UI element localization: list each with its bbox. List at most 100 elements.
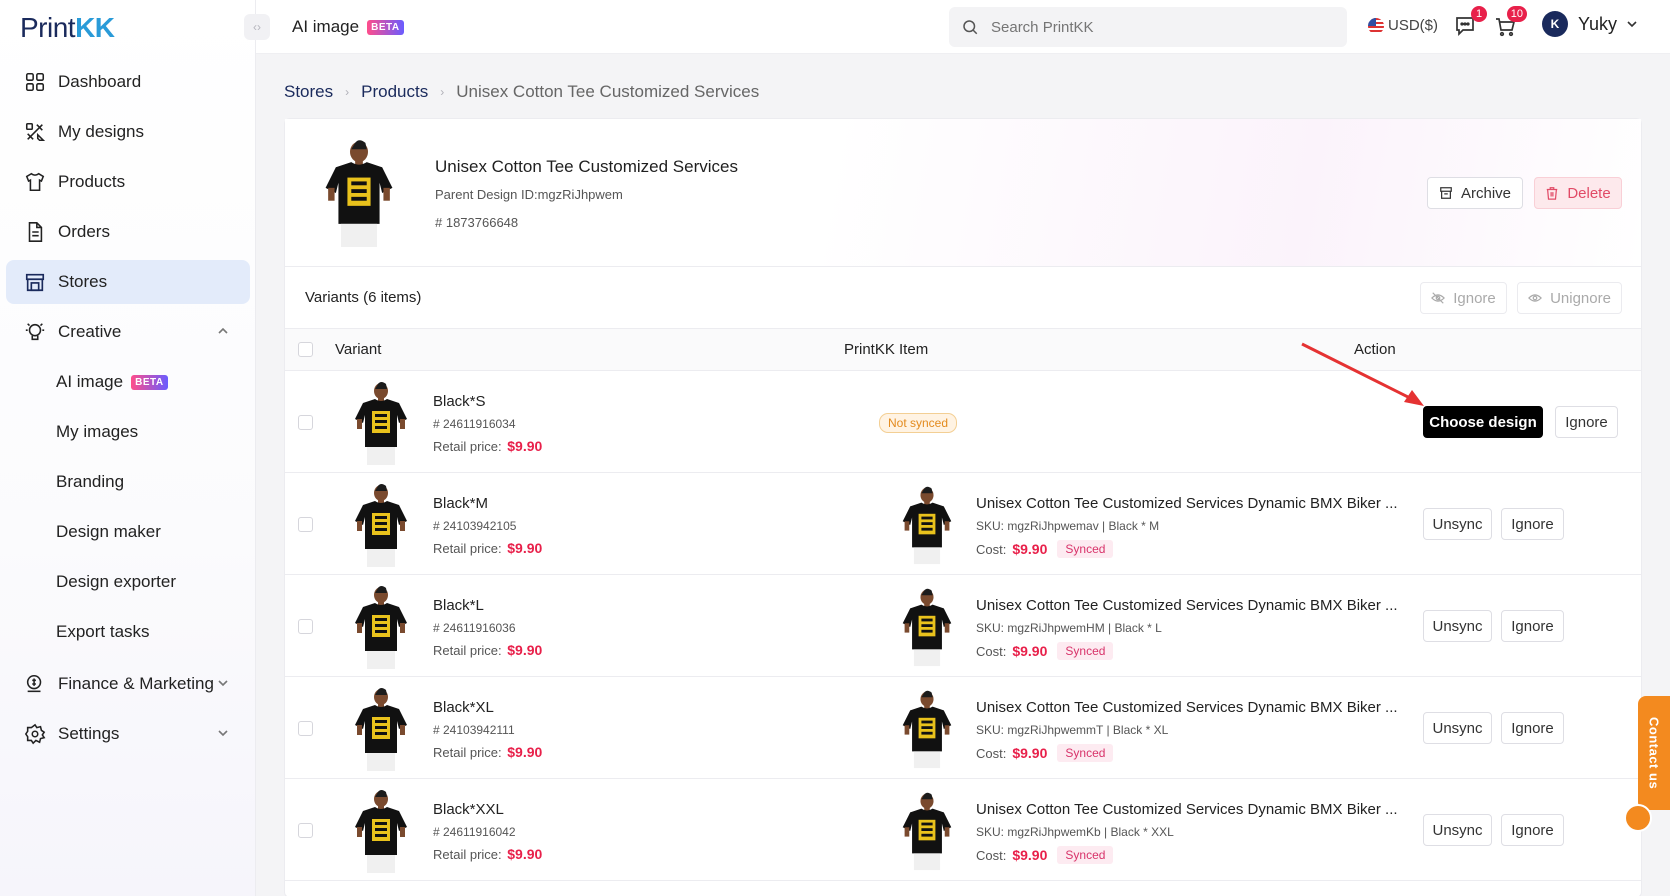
variant-image xyxy=(351,381,411,465)
printkk-item-title[interactable]: Unisex Cotton Tee Customized Services Dy… xyxy=(976,495,1398,512)
choose-design-button[interactable]: Choose design xyxy=(1423,406,1543,438)
sidebar-item-branding[interactable]: Branding xyxy=(6,460,250,504)
sidebar-item-design-exporter[interactable]: Design exporter xyxy=(6,560,250,604)
sidebar-item-settings[interactable]: Settings xyxy=(6,712,250,756)
sidebar-item-label: Branding xyxy=(56,472,125,491)
status-badge: Synced xyxy=(1057,642,1114,660)
variant-name: Black*XXL xyxy=(433,801,504,818)
trash-icon xyxy=(1547,187,1558,200)
variant-name: Black*XL xyxy=(433,699,494,716)
delete-button[interactable]: Delete xyxy=(1534,177,1622,209)
sidebar-item-creative[interactable]: Creative xyxy=(6,310,250,354)
sidebar-item-export-tasks[interactable]: Export tasks xyxy=(6,610,250,654)
sidebar-item-my-images[interactable]: My images xyxy=(6,410,250,454)
sidebar-item-label: Design maker xyxy=(56,522,161,541)
sidebar-item-label: Creative xyxy=(58,322,122,341)
bulk-unignore-button[interactable]: Unignore xyxy=(1517,282,1622,314)
gear-icon xyxy=(24,723,46,745)
row-checkbox[interactable] xyxy=(298,721,313,736)
chat-bubble-icon[interactable] xyxy=(1624,804,1652,832)
cost-value: $9.90 xyxy=(1012,541,1048,557)
printkk-logo[interactable]: PrintKK xyxy=(20,12,115,44)
cart-button[interactable]: 10 xyxy=(1493,6,1527,40)
variant-id: # 24611916036 xyxy=(433,621,516,635)
sidebar-item-ai-image[interactable]: AI image BETA xyxy=(6,360,250,404)
row-checkbox[interactable] xyxy=(298,517,313,532)
collapse-sidebar-icon[interactable]: ‹› xyxy=(244,14,270,40)
logo-text-main: Print xyxy=(20,12,76,43)
sidebar-item-dashboard[interactable]: Dashboard xyxy=(6,60,250,104)
chevron-right-icon: › xyxy=(345,85,350,99)
printkk-item-image xyxy=(899,687,955,771)
breadcrumb-current: Unisex Cotton Tee Customized Services xyxy=(456,82,760,101)
search-input[interactable] xyxy=(991,18,1321,36)
variant-image xyxy=(351,789,411,873)
sidebar-item-label: Stores xyxy=(58,272,108,291)
printkk-item-title[interactable]: Unisex Cotton Tee Customized Services Dy… xyxy=(976,699,1398,716)
row-checkbox[interactable] xyxy=(298,619,313,634)
design-tools-icon xyxy=(24,121,46,143)
lightbulb-icon xyxy=(24,321,46,343)
delete-label: Delete xyxy=(1567,184,1611,202)
printkk-item-sku: SKU: mgzRiJhpwemKb | Black * XXL xyxy=(976,825,1174,839)
sidebar-item-orders[interactable]: Orders xyxy=(6,210,250,254)
sidebar-item-finance-marketing[interactable]: Finance & Marketing xyxy=(6,662,250,706)
sidebar-item-label: My images xyxy=(56,422,139,441)
row-checkbox[interactable] xyxy=(298,823,313,838)
currency-selector[interactable]: USD($) xyxy=(1368,17,1438,34)
ignore-button[interactable]: Ignore xyxy=(1501,814,1564,846)
retail-price: Retail price: $9.90 xyxy=(433,438,542,454)
product-title: Unisex Cotton Tee Customized Services xyxy=(435,157,738,176)
sidebar-item-design-maker[interactable]: Design maker xyxy=(6,510,250,554)
status-badge: Synced xyxy=(1057,540,1114,558)
search-icon xyxy=(963,20,978,35)
retail-price-label: Retail price: xyxy=(433,643,502,658)
printkk-item-title[interactable]: Unisex Cotton Tee Customized Services Dy… xyxy=(976,597,1398,614)
printkk-item-title[interactable]: Unisex Cotton Tee Customized Services Dy… xyxy=(976,801,1398,818)
user-menu[interactable]: K Yuky xyxy=(1542,11,1639,37)
status-badge: Not synced xyxy=(879,413,958,433)
breadcrumb: Stores › Products › Unisex Cotton Tee Cu… xyxy=(284,82,759,102)
chevron-up-icon xyxy=(218,327,228,334)
variant-name: Black*M xyxy=(433,495,489,512)
retail-price-label: Retail price: xyxy=(433,541,502,556)
ignore-button[interactable]: Ignore xyxy=(1501,508,1564,540)
messages-button[interactable]: 1 xyxy=(1453,6,1487,40)
unsync-button[interactable]: Unsync xyxy=(1423,712,1492,744)
variant-image xyxy=(351,687,411,771)
unsync-button[interactable]: Unsync xyxy=(1423,610,1492,642)
printkk-item-cost: Cost: $9.90 Synced xyxy=(976,744,1114,762)
sidebar-item-my-designs[interactable]: My designs xyxy=(6,110,250,154)
printkk-item-cost: Cost: $9.90 Synced xyxy=(976,540,1114,558)
unsync-button[interactable]: Unsync xyxy=(1423,814,1492,846)
archive-button[interactable]: Archive xyxy=(1427,177,1523,209)
breadcrumb-products[interactable]: Products xyxy=(361,82,428,102)
product-id: # 1873766648 xyxy=(435,215,519,230)
row-checkbox[interactable] xyxy=(298,415,313,430)
ignore-button[interactable]: Ignore xyxy=(1555,406,1618,438)
contact-us-tab[interactable]: Contact us xyxy=(1638,696,1670,810)
bulk-ignore-button[interactable]: Ignore xyxy=(1420,282,1507,314)
status-badge: Synced xyxy=(1057,744,1114,762)
column-header-variant: Variant xyxy=(335,341,382,358)
sidebar-item-products[interactable]: Products xyxy=(6,160,250,204)
ignore-button[interactable]: Ignore xyxy=(1501,610,1564,642)
cost-label: Cost: xyxy=(976,643,1007,659)
tshirt-icon xyxy=(24,171,46,193)
sidebar-item-label: Dashboard xyxy=(58,72,142,91)
select-all-checkbox[interactable] xyxy=(298,342,313,357)
sidebar-nav: Dashboard My designs Products Orders Sto… xyxy=(6,60,250,762)
store-icon xyxy=(24,271,46,293)
printkk-item-cost: Cost: $9.90 Synced xyxy=(976,846,1114,864)
breadcrumb-stores[interactable]: Stores xyxy=(284,82,333,102)
ignore-button[interactable]: Ignore xyxy=(1501,712,1564,744)
variant-id: # 24611916034 xyxy=(433,417,516,431)
search-box[interactable] xyxy=(949,7,1347,47)
unsync-button[interactable]: Unsync xyxy=(1423,508,1492,540)
sidebar-item-label: Export tasks xyxy=(56,622,150,641)
sidebar-item-label: Orders xyxy=(58,222,110,241)
cost-label: Cost: xyxy=(976,745,1007,761)
sidebar-item-stores[interactable]: Stores xyxy=(6,260,250,304)
document-icon xyxy=(24,221,46,243)
messages-count-badge: 1 xyxy=(1471,6,1487,22)
